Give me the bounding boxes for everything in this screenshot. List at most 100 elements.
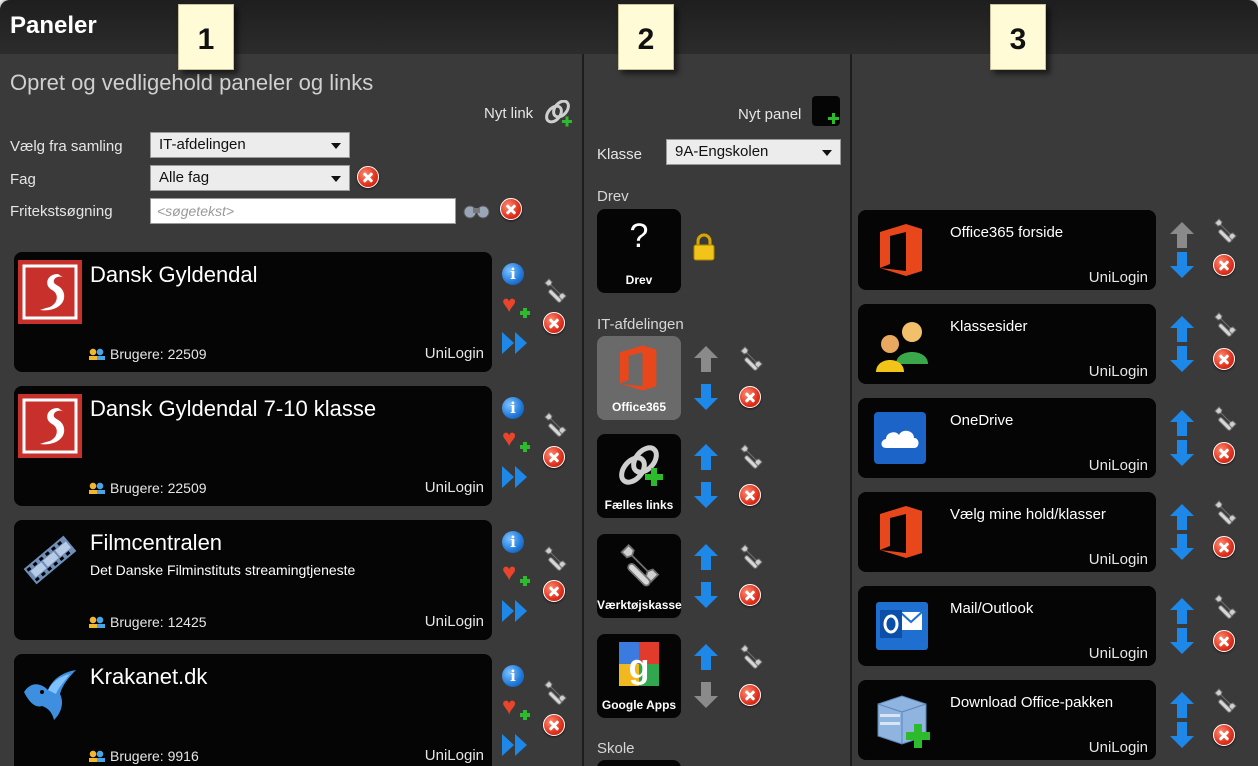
edit-wrench-icon[interactable] (736, 642, 766, 672)
delete-button[interactable] (543, 714, 565, 736)
move-up-button[interactable] (1170, 692, 1194, 718)
info-button[interactable]: i (502, 397, 524, 419)
move-down-button[interactable] (1170, 722, 1194, 748)
card-user-count: Brugere: 9916 (110, 748, 199, 764)
info-button[interactable]: i (502, 263, 524, 285)
column-divider (582, 54, 584, 766)
move-up-button[interactable] (1170, 504, 1194, 530)
page-subtitle: Opret og vedligehold paneler og links (10, 70, 374, 95)
delete-button[interactable] (1213, 630, 1235, 652)
add-favorite-button[interactable]: ♥ (502, 427, 530, 452)
section-skole: Skole (597, 740, 635, 757)
link-card[interactable]: Filmcentralen Det Danske Filminstituts s… (14, 520, 492, 640)
panel-link-card[interactable]: Vælg mine hold/klasser UniLogin (858, 492, 1156, 572)
card-user-count: Brugere: 12425 (110, 614, 207, 630)
panel-tile-partial[interactable] (597, 760, 681, 766)
card-title: Filmcentralen (90, 530, 223, 555)
panel-link-card[interactable]: Download Office-pakken UniLogin (858, 680, 1156, 760)
move-down-button[interactable] (1170, 252, 1194, 278)
fast-forward-button[interactable] (502, 466, 530, 488)
edit-wrench-icon[interactable] (540, 678, 570, 708)
link-card[interactable]: Dansk Gyldendal Brugere: 22509 UniLogin (14, 252, 492, 372)
fast-forward-button[interactable] (502, 600, 530, 622)
add-favorite-button[interactable]: ♥ (502, 695, 530, 720)
search-input[interactable]: <søgetekst> (150, 198, 456, 224)
clear-subject-button[interactable] (357, 166, 379, 188)
delete-button[interactable] (543, 312, 565, 334)
edit-wrench-icon[interactable] (540, 276, 570, 306)
link-card[interactable]: Dansk Gyldendal 7-10 klasse Brugere: 225… (14, 386, 492, 506)
add-favorite-button[interactable]: ♥ (502, 561, 530, 586)
collection-select[interactable]: IT-afdelingen (150, 132, 350, 158)
edit-wrench-icon[interactable] (1210, 686, 1240, 716)
delete-button[interactable] (1213, 254, 1235, 276)
edit-wrench-icon[interactable] (736, 442, 766, 472)
new-panel-label[interactable]: Nyt panel (738, 106, 801, 123)
move-up-button[interactable] (1170, 316, 1194, 342)
edit-wrench-icon[interactable] (540, 544, 570, 574)
delete-button[interactable] (543, 580, 565, 602)
edit-wrench-icon[interactable] (540, 410, 570, 440)
edit-wrench-icon[interactable] (736, 344, 766, 374)
edit-wrench-icon[interactable] (1210, 498, 1240, 528)
delete-button[interactable] (1213, 348, 1235, 370)
delete-button[interactable] (1213, 442, 1235, 464)
move-down-button[interactable] (1170, 440, 1194, 466)
clear-search-button[interactable] (500, 198, 522, 220)
new-link-label[interactable]: Nyt link (484, 105, 533, 122)
panel-tile-faelles-links[interactable]: Fælles links (597, 434, 681, 518)
fast-forward-button[interactable] (502, 734, 530, 756)
move-up-button[interactable] (1170, 222, 1194, 248)
add-favorite-button[interactable]: ♥ (502, 293, 530, 318)
chevron-down-icon (331, 143, 341, 149)
panel-tile-vaerktojskasse[interactable]: Værktøjskasse (597, 534, 682, 618)
delete-button[interactable] (739, 684, 761, 706)
class-label: Klasse (597, 146, 643, 163)
move-up-button[interactable] (694, 346, 718, 372)
panel-tile-drev[interactable]: ? Drev (597, 209, 681, 293)
link-card[interactable]: Krakanet.dk Brugere: 9916 UniLogin (14, 654, 492, 766)
move-up-button[interactable] (1170, 410, 1194, 436)
delete-button[interactable] (739, 584, 761, 606)
delete-button[interactable] (1213, 536, 1235, 558)
move-down-button[interactable] (694, 482, 718, 508)
users-icon (88, 616, 106, 628)
edit-wrench-icon[interactable] (1210, 404, 1240, 434)
card-description: Det Danske Filminstituts streamingtjenes… (90, 562, 356, 578)
delete-button[interactable] (739, 386, 761, 408)
move-down-button[interactable] (1170, 346, 1194, 372)
info-button[interactable]: i (502, 665, 524, 687)
move-up-button[interactable] (1170, 598, 1194, 624)
edit-wrench-icon[interactable] (736, 542, 766, 572)
binoculars-icon[interactable] (462, 200, 492, 220)
class-select[interactable]: 9A-Engskolen (666, 139, 841, 165)
panel-tile-google-apps[interactable]: g Google Apps (597, 634, 681, 718)
move-down-button[interactable] (694, 582, 718, 608)
people-icon (876, 322, 928, 372)
panel-tile-office365[interactable]: Office365 (597, 336, 681, 420)
move-up-button[interactable] (694, 444, 718, 470)
move-down-button[interactable] (694, 384, 718, 410)
panel-link-card[interactable]: Office365 forside UniLogin (858, 210, 1156, 290)
new-link-icon[interactable] (542, 100, 574, 128)
delete-button[interactable] (543, 446, 565, 468)
fast-forward-button[interactable] (502, 332, 530, 354)
move-down-button[interactable] (694, 682, 718, 708)
move-up-button[interactable] (694, 544, 718, 570)
move-down-button[interactable] (1170, 534, 1194, 560)
delete-button[interactable] (1213, 724, 1235, 746)
move-up-button[interactable] (694, 644, 718, 670)
info-button[interactable]: i (502, 531, 524, 553)
edit-wrench-icon[interactable] (1210, 310, 1240, 340)
panel-link-card[interactable]: Mail/Outlook UniLogin (858, 586, 1156, 666)
delete-button[interactable] (739, 484, 761, 506)
edit-wrench-icon[interactable] (1210, 216, 1240, 246)
card-users: Brugere: 22509 (88, 480, 207, 496)
office-icon (872, 220, 932, 280)
subject-select[interactable]: Alle fag (150, 165, 350, 191)
edit-wrench-icon[interactable] (1210, 592, 1240, 622)
move-down-button[interactable] (1170, 628, 1194, 654)
new-panel-button[interactable] (812, 96, 840, 126)
panel-link-card[interactable]: OneDrive UniLogin (858, 398, 1156, 478)
panel-link-card[interactable]: Klassesider UniLogin (858, 304, 1156, 384)
